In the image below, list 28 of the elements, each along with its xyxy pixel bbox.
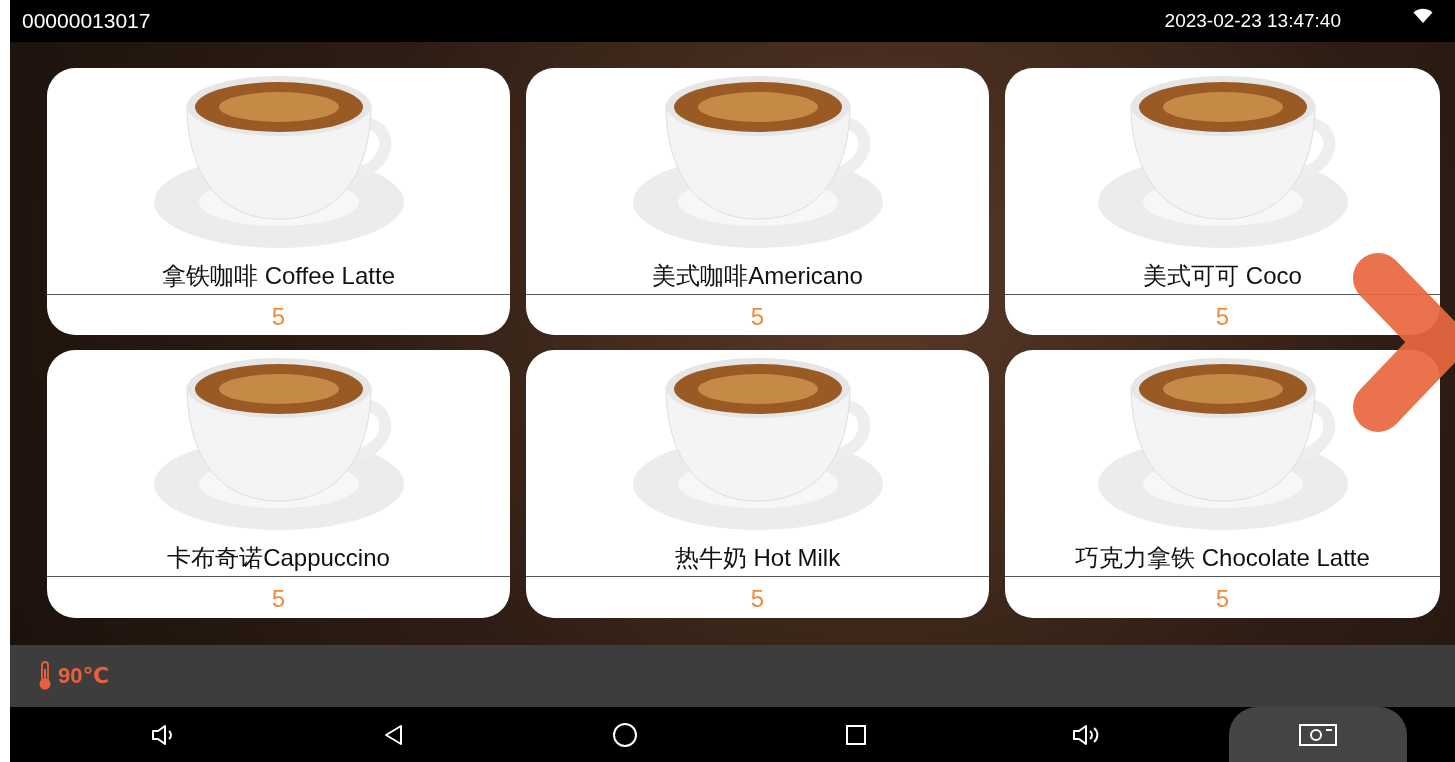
- product-name: 巧克力拿铁 Chocolate Latte: [1075, 543, 1370, 572]
- product-price: 5: [1215, 303, 1230, 331]
- thermometer-icon: [38, 661, 52, 691]
- product-name: 美式可可 Coco: [1143, 261, 1302, 290]
- product-card[interactable]: 拿铁咖啡 Coffee Latte 5: [47, 68, 510, 335]
- product-card[interactable]: 美式可可 Coco 5: [1005, 68, 1440, 335]
- camera-icon: [1297, 721, 1338, 748]
- product-name: 拿铁咖啡 Coffee Latte: [162, 261, 395, 290]
- recent-apps-icon[interactable]: [844, 723, 867, 746]
- date-time: 2023-02-23 13:47:40: [1164, 10, 1341, 32]
- product-price: 5: [271, 303, 286, 331]
- device-id: 00000013017: [22, 9, 152, 33]
- product-name: 美式咖啡Americano: [652, 261, 863, 290]
- product-name: 卡布奇诺Cappuccino: [167, 543, 390, 572]
- home-icon[interactable]: [611, 721, 638, 748]
- temperature-reading: 90℃: [58, 663, 110, 689]
- product-price: 5: [750, 303, 765, 331]
- product-price: 5: [271, 585, 286, 613]
- product-name: 热牛奶 Hot Milk: [674, 543, 841, 572]
- product-card[interactable]: 卡布奇诺Cappuccino 5: [47, 350, 510, 618]
- product-price: 5: [1215, 585, 1230, 613]
- next-page-chevron-icon[interactable]: [1350, 250, 1455, 435]
- wifi-icon: [1413, 8, 1433, 24]
- product-price: 5: [750, 585, 765, 613]
- product-card[interactable]: 热牛奶 Hot Milk 5: [526, 350, 989, 618]
- screenshot-button[interactable]: [1228, 707, 1407, 762]
- product-card[interactable]: 美式咖啡Americano 5: [526, 68, 989, 335]
- product-card[interactable]: 巧克力拿铁 Chocolate Latte 5: [1005, 350, 1440, 618]
